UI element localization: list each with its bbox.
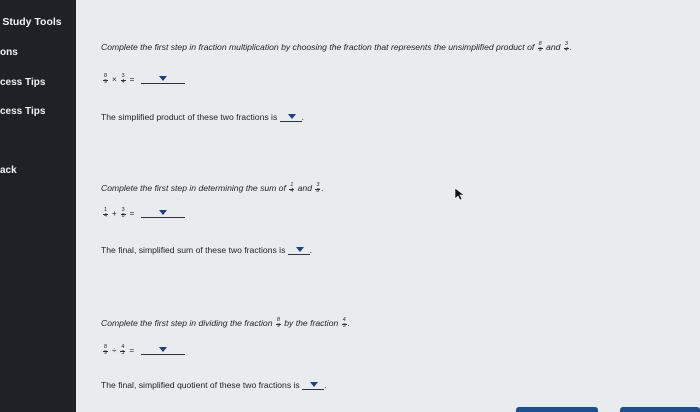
fraction: 34 — [563, 41, 569, 54]
question-1-expression: 89 × 34 = — [102, 73, 186, 86]
operator: ÷ — [112, 346, 117, 356]
equals-sign: = — [129, 209, 135, 219]
mouse-pointer-icon — [454, 187, 465, 201]
answer-dropdown-1[interactable] — [141, 75, 186, 85]
sidebar-item-back[interactable]: ack — [0, 165, 17, 176]
fraction: 38 — [315, 182, 321, 195]
operator: + — [112, 209, 117, 219]
result-dropdown-1[interactable] — [279, 113, 302, 123]
fraction: 89 — [275, 317, 281, 330]
main-content: Complete the first step in fraction mult… — [76, 0, 700, 412]
sidebar-item-process-tips-2[interactable]: cess Tips — [0, 106, 45, 117]
result-dropdown-2[interactable] — [287, 246, 310, 256]
joiner-text: by the fraction — [284, 318, 339, 329]
fraction: 43 — [120, 344, 126, 357]
caret-down-icon — [310, 382, 319, 388]
fraction: 89 — [103, 73, 108, 86]
question-3-prompt: Complete the first step in dividing the … — [101, 317, 351, 330]
caret-down-icon — [159, 347, 168, 353]
question-2-expression: 14 + 38 = — [102, 207, 186, 220]
caret-down-icon — [295, 247, 304, 253]
bottom-button-left[interactable] — [516, 407, 598, 412]
equals-sign: = — [129, 75, 135, 85]
fraction: 34 — [120, 73, 126, 86]
caret-down-icon — [287, 114, 296, 120]
caret-down-icon — [159, 76, 168, 82]
question-1-result: The simplified product of these two frac… — [101, 112, 305, 123]
question-3-result: The final, simplified quotient of these … — [101, 380, 327, 391]
fraction: 38 — [120, 207, 126, 220]
question-2-prompt: Complete the first step in determining t… — [101, 182, 324, 195]
fraction: 89 — [103, 344, 108, 357]
answer-dropdown-3[interactable] — [141, 346, 186, 356]
prompt-text: Complete the first step in fraction mult… — [101, 42, 535, 53]
equals-sign: = — [129, 346, 135, 356]
fraction: 43 — [341, 317, 347, 330]
sidebar-item-questions[interactable]: ons — [0, 47, 18, 58]
joiner-text: and — [546, 42, 561, 53]
bottom-button-right[interactable] — [620, 407, 700, 412]
fraction: 14 — [289, 182, 295, 195]
fraction: 14 — [103, 207, 108, 220]
operator: × — [112, 75, 117, 85]
joiner-text: and — [297, 183, 312, 194]
sidebar: d Study Tools ons cess Tips cess Tips ac… — [0, 0, 76, 412]
result-dropdown-3[interactable] — [302, 381, 325, 391]
caret-down-icon — [159, 210, 168, 216]
question-3-expression: 89 ÷ 43 = — [102, 344, 186, 357]
sidebar-item-process-tips-1[interactable]: cess Tips — [0, 77, 45, 88]
prompt-text: Complete the first step in dividing the … — [101, 318, 273, 329]
question-1-prompt: Complete the first step in fraction mult… — [101, 41, 573, 54]
fraction: 89 — [537, 41, 543, 54]
sidebar-title[interactable]: d Study Tools — [0, 16, 62, 28]
question-2-result: The final, simplified sum of these two f… — [101, 245, 313, 256]
answer-dropdown-2[interactable] — [141, 209, 186, 219]
prompt-text: Complete the first step in determining t… — [101, 183, 286, 194]
